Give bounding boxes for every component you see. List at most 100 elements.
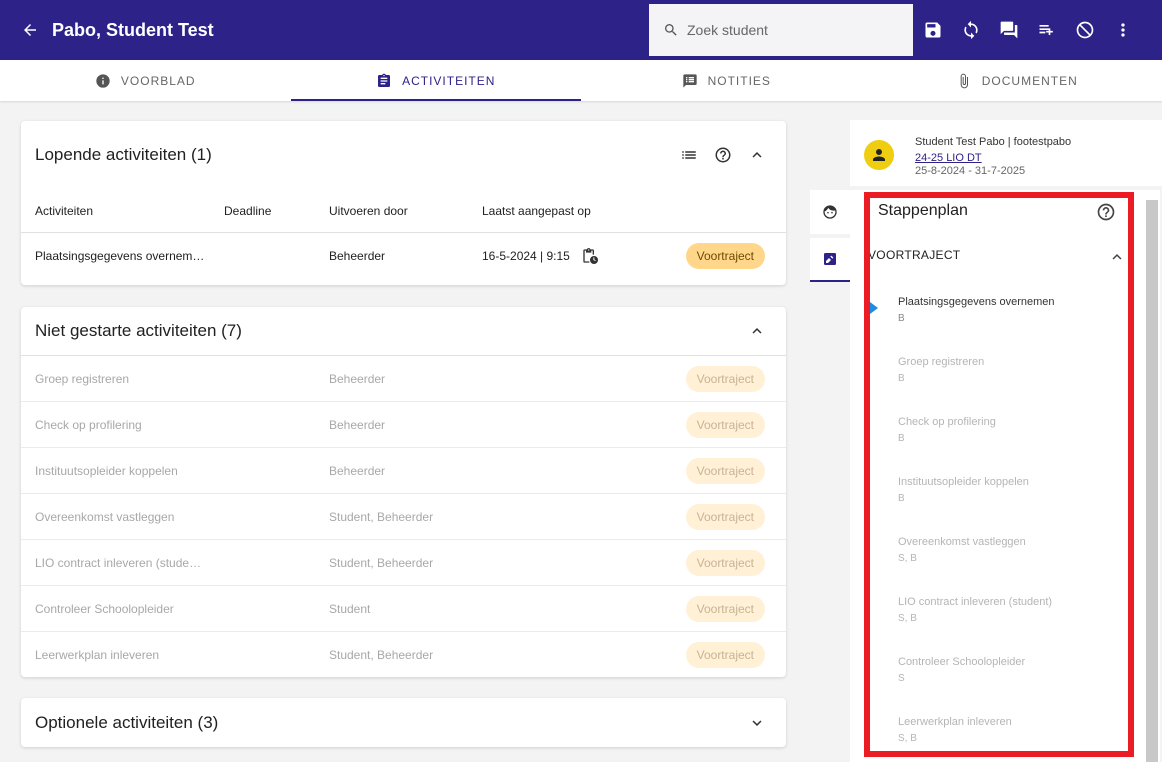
avatar (864, 140, 894, 170)
lopende-activiteiten-card: Lopende activiteiten (1) Activiteiten De… (21, 121, 786, 285)
table-row[interactable]: Leerwerkplan inleveren Student, Beheerde… (21, 632, 786, 678)
student-title: Pabo, Student Test (52, 19, 214, 40)
step-item[interactable]: Check op profilering B (850, 410, 1140, 470)
edit-note-icon (824, 253, 836, 265)
table-row[interactable]: Instituutsopleider koppelen Beheerder Vo… (21, 448, 786, 494)
chevron-up-icon[interactable] (1108, 248, 1126, 266)
step-roles: B (898, 313, 905, 324)
clipboard-icon (378, 73, 391, 87)
step-roles: S, B (898, 733, 917, 744)
save-button[interactable] (918, 15, 948, 45)
expand-button[interactable] (746, 712, 768, 734)
clipboard-clock-icon[interactable] (582, 248, 598, 264)
step-item[interactable]: LIO contract inleveren (student) S, B (850, 590, 1140, 650)
tab-documenten[interactable]: DOCUMENTEN (872, 60, 1162, 101)
search-input[interactable] (687, 22, 887, 38)
column-uitvoeren-door: Uitvoeren door (329, 203, 408, 218)
help-icon[interactable] (1096, 202, 1116, 222)
student-name: Student Test Pabo | footestpabo (915, 136, 1072, 148)
side-tabs (810, 190, 850, 286)
table-row[interactable]: Plaatsingsgegevens overnem… Beheerder 16… (21, 233, 786, 279)
activity-name: Overeenkomst vastleggen (35, 509, 175, 524)
step-roles: S (898, 673, 905, 684)
side-tab-stappenplan[interactable] (810, 238, 850, 282)
step-item[interactable]: Instituutsopleider koppelen B (850, 470, 1140, 530)
comment-icon (1000, 21, 1018, 39)
step-name: Groep registreren (898, 356, 985, 368)
optionele-activiteiten-card[interactable]: Optionele activiteiten (3) (21, 698, 786, 747)
tab-voorblad[interactable]: VOORBLAD (0, 60, 291, 101)
lopende-column-headers: Activiteiten Deadline Uitvoeren door Laa… (21, 189, 786, 233)
list-view-button[interactable] (678, 144, 700, 166)
save-icon (925, 22, 941, 38)
more-vert-icon (1121, 23, 1125, 37)
playlist-add-button[interactable] (1032, 15, 1062, 45)
table-row[interactable]: Overeenkomst vastleggen Student, Beheerd… (21, 494, 786, 540)
step-item[interactable]: Plaatsingsgegevens overnemen B (850, 290, 1140, 350)
optioneel-title: Optionele activiteiten (3) (35, 712, 219, 732)
tab-voorblad-label: VOORBLAD (120, 73, 196, 88)
activity-door: Beheerder (329, 463, 386, 478)
step-name: Leerwerkplan inleveren (898, 716, 1012, 728)
chevron-up-icon (752, 328, 762, 334)
student-program-link[interactable]: 24-25 LIO DT (915, 152, 982, 164)
tab-notities[interactable]: NOTITIES (581, 60, 872, 101)
playlist-add-icon (1039, 25, 1053, 35)
activity-name: Groep registreren (35, 371, 130, 386)
list-icon (682, 151, 696, 159)
collapse-button[interactable] (746, 320, 768, 342)
search-field[interactable] (649, 4, 913, 56)
step-name: Instituutsopleider koppelen (898, 476, 1029, 488)
side-tab-face[interactable] (810, 190, 850, 234)
comment-button[interactable] (994, 15, 1024, 45)
chevron-up-icon (752, 152, 762, 158)
phase-badge: Voortraject (685, 457, 765, 484)
main-tabs: VOORBLAD ACTIVITEITEN NOTITIES DOCUMENTE… (0, 60, 1162, 101)
more-menu-button[interactable] (1108, 15, 1138, 45)
column-deadline: Deadline (224, 203, 272, 218)
step-roles: S, B (898, 613, 917, 624)
step-roles: B (898, 493, 905, 504)
notes-icon (682, 73, 697, 88)
step-name: Check op profilering (898, 416, 996, 428)
activity-door: Beheerder (329, 371, 386, 386)
step-roles: B (898, 373, 905, 384)
block-icon (1076, 21, 1094, 39)
column-activiteiten: Activiteiten (35, 203, 94, 218)
table-row[interactable]: Check op profilering Beheerder Voortraje… (21, 402, 786, 448)
niet-gestart-title: Niet gestarte activiteiten (7) (35, 321, 242, 340)
tab-documenten-label: DOCUMENTEN (981, 73, 1078, 88)
table-row[interactable]: LIO contract inleveren (stude… Student, … (21, 540, 786, 586)
phase-badge: Voortraject (685, 595, 765, 622)
activity-name: Check op profilering (35, 417, 142, 432)
activity-name: LIO contract inleveren (stude… (35, 555, 202, 570)
step-name: Overeenkomst vastleggen (898, 536, 1026, 548)
block-button[interactable] (1070, 15, 1100, 45)
stappenplan-panel: Stappenplan VOORTRAJECT Plaatsingsgegeve… (850, 190, 1160, 762)
step-item[interactable]: Overeenkomst vastleggen S, B (850, 530, 1140, 590)
scrollbar[interactable] (1146, 200, 1158, 762)
help-button[interactable] (712, 144, 734, 166)
step-roles: B (898, 433, 905, 444)
activity-door: Student, Beheerder (329, 509, 434, 524)
step-item[interactable]: Leerwerkplan inleveren S, B (850, 710, 1140, 762)
back-button[interactable] (8, 0, 52, 60)
activity-name: Leerwerkplan inleveren (35, 648, 160, 662)
step-name: Plaatsingsgegevens overnemen (898, 296, 1055, 308)
sync-button[interactable] (956, 15, 986, 45)
step-item[interactable]: Groep registreren B (850, 350, 1140, 410)
lopende-title: Lopende activiteiten (1) (35, 145, 212, 164)
table-row[interactable]: Controleer Schoolopleider Student Voortr… (21, 586, 786, 632)
niet-gestarte-activiteiten-card: Niet gestarte activiteiten (7) Groep reg… (21, 307, 786, 677)
lopende-tools (666, 121, 768, 189)
activity-door: Beheerder (329, 417, 386, 432)
tab-activiteiten[interactable]: ACTIVITEITEN (290, 60, 582, 101)
arrow-left-icon (24, 24, 36, 36)
collapse-button[interactable] (746, 144, 768, 166)
step-item[interactable]: Controleer Schoolopleider S (850, 650, 1140, 710)
phase-badge: Voortraject (685, 243, 765, 269)
phase-badge: Voortraject (685, 503, 765, 530)
person-icon (873, 149, 885, 161)
table-row[interactable]: Groep registreren Beheerder Voortraject (21, 356, 786, 402)
activity-name: Controleer Schoolopleider (35, 601, 174, 616)
